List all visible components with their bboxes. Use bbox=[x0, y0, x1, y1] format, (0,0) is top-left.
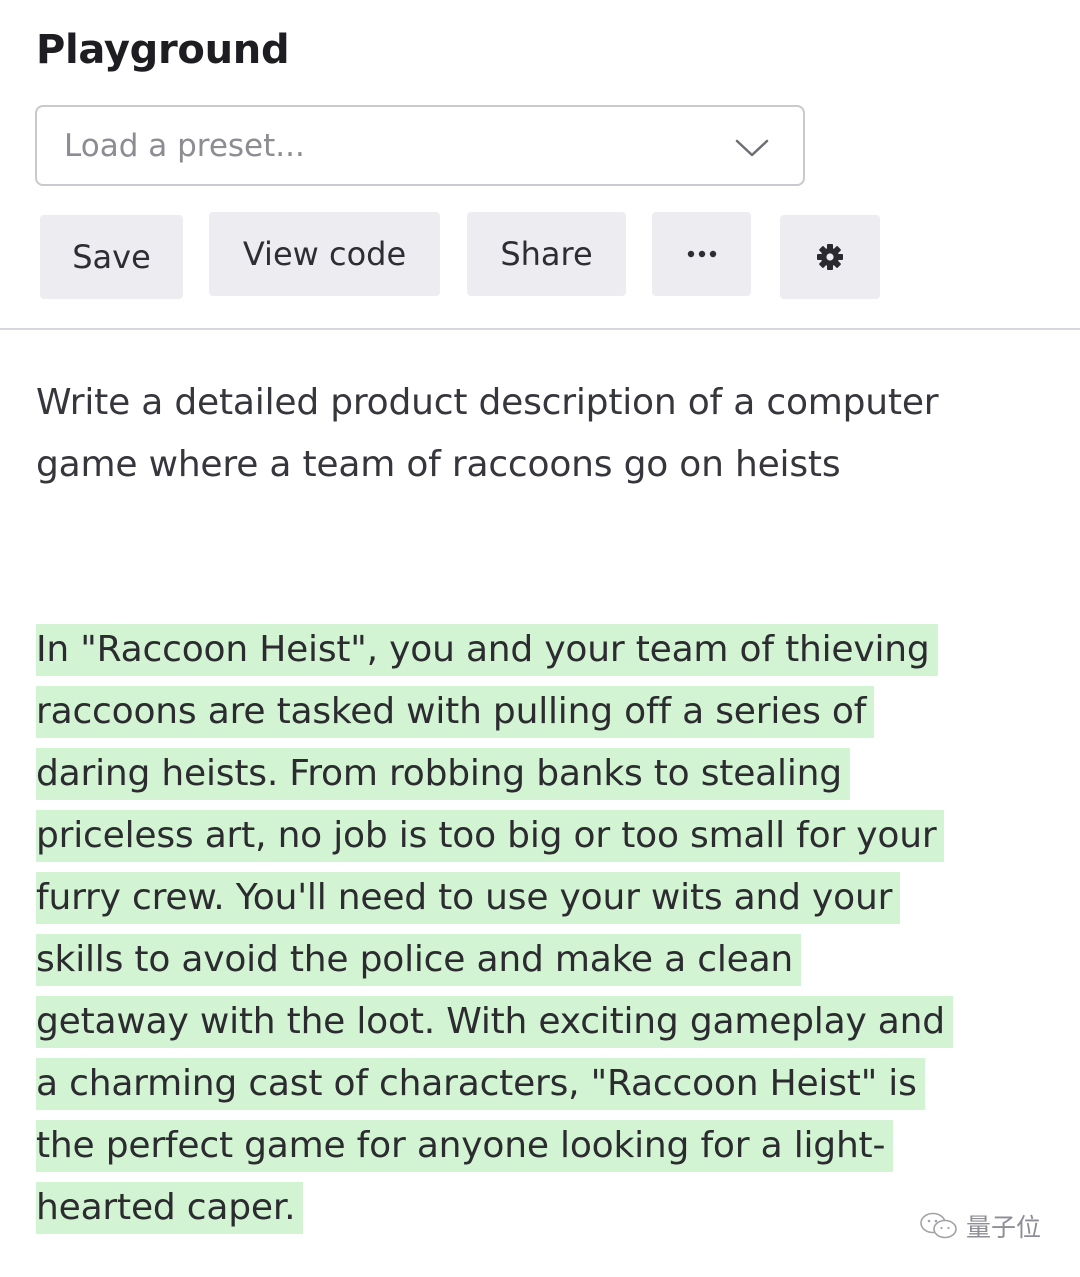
watermark: 量子位 bbox=[918, 1208, 1041, 1244]
completion-line[interactable]: raccoons are tasked with pulling off a s… bbox=[36, 686, 875, 738]
completion-line[interactable]: a charming cast of characters, "Raccoon … bbox=[36, 1058, 925, 1110]
completion-line[interactable]: daring heists. From robbing banks to ste… bbox=[36, 748, 850, 800]
completion-line[interactable]: hearted caper. bbox=[36, 1182, 304, 1234]
completion-line[interactable]: getaway with the loot. With exciting gam… bbox=[36, 996, 953, 1048]
view-code-button[interactable]: View code bbox=[209, 212, 440, 296]
share-button[interactable]: Share bbox=[467, 212, 626, 296]
more-options-button[interactable] bbox=[652, 212, 751, 296]
page-title: Playground bbox=[36, 27, 290, 73]
ellipsis-icon bbox=[687, 250, 716, 258]
completion-line[interactable]: priceless art, no job is too big or too … bbox=[36, 810, 945, 862]
watermark-text: 量子位 bbox=[966, 1213, 1042, 1242]
completion-line[interactable]: In "Raccoon Heist", you and your team of… bbox=[36, 624, 938, 676]
completion-line[interactable]: furry crew. You'll need to use your wits… bbox=[36, 872, 901, 924]
toolbar-divider bbox=[0, 328, 1080, 330]
settings-button[interactable] bbox=[780, 215, 880, 299]
preset-select[interactable]: Load a preset... bbox=[35, 105, 805, 186]
completion-line[interactable]: skills to avoid the police and make a cl… bbox=[36, 934, 802, 986]
gear-icon bbox=[817, 244, 843, 270]
completion-line[interactable]: the perfect game for anyone looking for … bbox=[36, 1120, 894, 1172]
prompt-text[interactable]: Write a detailed product description of … bbox=[36, 372, 1046, 496]
save-button[interactable]: Save bbox=[40, 215, 183, 299]
preset-placeholder: Load a preset... bbox=[64, 127, 305, 164]
wechat-logo-icon bbox=[920, 1212, 957, 1239]
chevron-down-icon bbox=[735, 139, 769, 157]
